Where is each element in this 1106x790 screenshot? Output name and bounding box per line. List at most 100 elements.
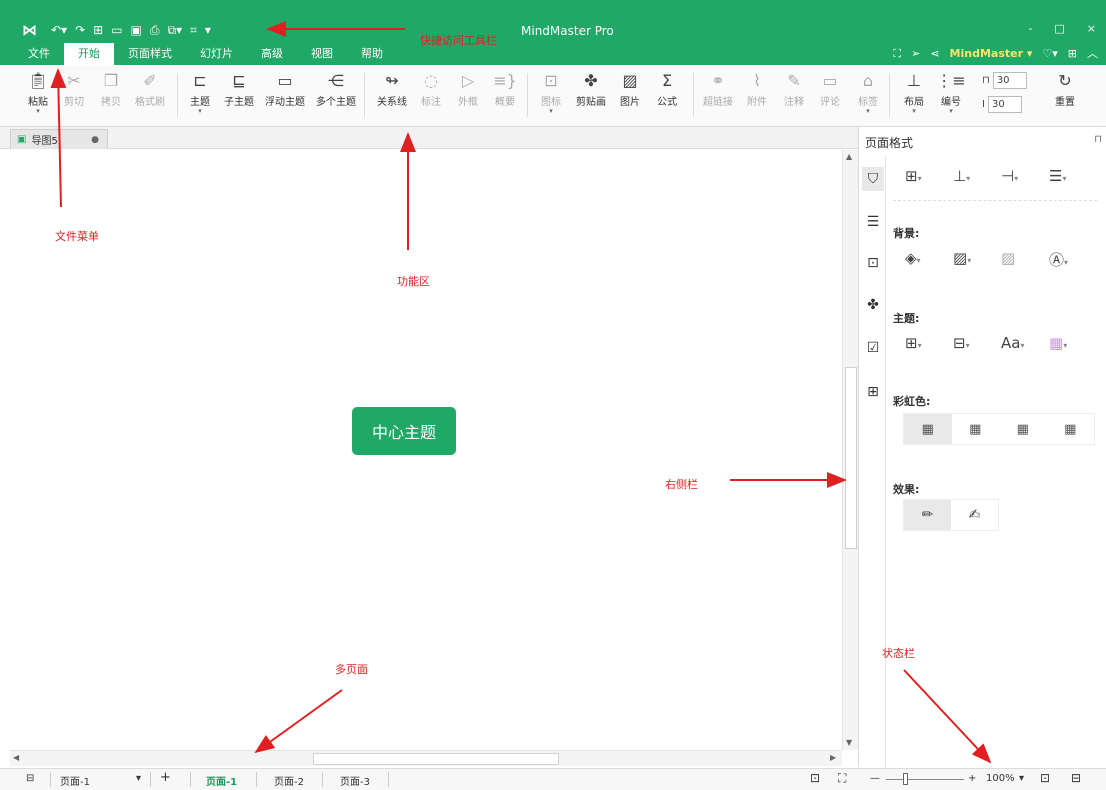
- menu-tab-advanced[interactable]: 高级: [247, 43, 297, 65]
- send-icon[interactable]: ➢: [911, 43, 920, 65]
- zoom-out-button[interactable]: —: [870, 773, 880, 784]
- effect-option-2[interactable]: ✍: [951, 500, 998, 530]
- redo-icon[interactable]: ↷: [75, 22, 85, 38]
- add-page-button[interactable]: +: [160, 770, 171, 785]
- close-button[interactable]: ×: [1087, 22, 1096, 35]
- more-icon[interactable]: ▾: [205, 22, 211, 38]
- rainbow-option-2[interactable]: ▦: [952, 414, 1000, 444]
- list-style-icon[interactable]: ☰▾: [1049, 167, 1079, 185]
- collapse-panel-icon[interactable]: ⊟: [1071, 771, 1081, 785]
- task-icon[interactable]: ☑: [862, 336, 884, 360]
- connector-icon[interactable]: ⊣▾: [1001, 167, 1031, 185]
- copy-button[interactable]: ❐ 拷贝: [89, 71, 133, 108]
- account-menu[interactable]: MindMaster ▾: [950, 43, 1033, 65]
- menu-tab-slideshow[interactable]: 幻灯片: [186, 43, 247, 65]
- font-icon[interactable]: Aa▾: [1001, 334, 1031, 352]
- dropdown-icon: ▾: [198, 107, 202, 115]
- tag-button[interactable]: ⌂ 标签 ▾: [846, 71, 890, 115]
- rainbow-option-1[interactable]: ▦: [904, 414, 952, 444]
- page-select[interactable]: 页面-1: [60, 773, 90, 788]
- zoom-in-button[interactable]: +: [968, 773, 976, 784]
- menu-tab-help[interactable]: 帮助: [347, 43, 397, 65]
- zoom-slider-handle[interactable]: [903, 773, 908, 785]
- print-icon[interactable]: ⎙: [150, 22, 160, 38]
- clipart-button[interactable]: ✤ 剪贴画: [569, 71, 613, 108]
- page-tab-3[interactable]: 页面-3: [340, 773, 370, 788]
- background-tools-row: ◈▾ ▨▾ ▨ Ⓐ▾: [905, 249, 1079, 270]
- background-image-icon[interactable]: ▨▾: [953, 249, 983, 270]
- multiple-topics-button[interactable]: ⋲ 多个主题: [314, 71, 358, 108]
- outline-icon[interactable]: ☰: [862, 210, 884, 234]
- page-tab-1[interactable]: 页面-1: [206, 773, 237, 788]
- fullscreen-view-icon[interactable]: ⛶: [838, 771, 846, 786]
- effect-option-1[interactable]: ✏: [904, 500, 951, 530]
- menu-tab-page-style[interactable]: 页面样式: [114, 43, 186, 65]
- theme-icon[interactable]: ⊞▾: [905, 334, 935, 352]
- zoom-level[interactable]: 100%: [986, 773, 1015, 784]
- icon-button[interactable]: ⊡ 图标 ▾: [529, 71, 573, 115]
- subtopic-button[interactable]: ⊑ 子主题: [217, 71, 261, 108]
- unsaved-indicator[interactable]: ●: [91, 135, 99, 145]
- formula-button[interactable]: Σ 公式: [645, 71, 689, 108]
- icon-panel-icon[interactable]: ⊡: [862, 251, 884, 275]
- menu-tab-home[interactable]: 开始: [64, 43, 114, 65]
- numbering-button[interactable]: ⋮≡ 编号 ▾: [929, 71, 973, 115]
- horizontal-scrollbar[interactable]: ◀ ▶: [10, 750, 842, 766]
- relationship-button[interactable]: ↬ 关系线: [370, 71, 414, 108]
- horizontal-scroll-thumb[interactable]: [313, 753, 559, 765]
- maximize-button[interactable]: □: [1054, 22, 1064, 35]
- width-value[interactable]: 30: [992, 72, 1027, 89]
- color-scheme-icon[interactable]: ▦▾: [1049, 334, 1079, 352]
- hyperlink-button[interactable]: ⚭ 超链接: [696, 71, 740, 108]
- collapse-ribbon-icon[interactable]: ︿: [1087, 43, 1098, 65]
- zoom-dropdown-icon[interactable]: ▾: [1019, 773, 1024, 784]
- vertical-scrollbar[interactable]: ▲ ▼: [842, 150, 858, 750]
- open-icon[interactable]: ▭: [111, 22, 122, 38]
- scroll-right-icon[interactable]: ▶: [830, 753, 836, 762]
- layout-tree-icon[interactable]: ⊥▾: [953, 167, 983, 185]
- zoom-slider[interactable]: [886, 779, 964, 780]
- structure-icon[interactable]: ⊞▾: [905, 167, 935, 185]
- share-icon[interactable]: ⌗: [190, 22, 197, 38]
- height-value[interactable]: 30: [987, 96, 1022, 113]
- scroll-left-icon[interactable]: ◀: [13, 753, 19, 762]
- pin-icon[interactable]: ⊓: [1094, 134, 1102, 145]
- skin-icon[interactable]: ♡▾: [1042, 43, 1057, 65]
- scroll-down-icon[interactable]: ▼: [846, 738, 852, 747]
- clipart-panel-icon[interactable]: ✤: [862, 293, 884, 317]
- reset-button[interactable]: ↻ 重置: [1043, 71, 1087, 108]
- page-format-icon[interactable]: ⛉: [862, 167, 884, 191]
- scroll-up-icon[interactable]: ▲: [846, 152, 852, 161]
- minimize-button[interactable]: -: [1028, 22, 1032, 35]
- topic-button[interactable]: ⊏ 主题 ▾: [178, 71, 222, 115]
- rainbow-option-3[interactable]: ▦: [999, 414, 1047, 444]
- export-panel-icon[interactable]: ⊞: [862, 380, 884, 404]
- vertical-scroll-thumb[interactable]: [845, 367, 857, 549]
- theme-style-icon[interactable]: ⊟▾: [953, 334, 983, 352]
- watermark-icon[interactable]: Ⓐ▾: [1049, 249, 1079, 270]
- page-list-icon[interactable]: ⊟: [26, 773, 34, 784]
- share-icon[interactable]: ⋖: [930, 43, 939, 65]
- floating-topic-button[interactable]: ▭ 浮动主题: [263, 71, 307, 108]
- undo-icon[interactable]: ↶▾: [51, 22, 67, 38]
- rainbow-option-4[interactable]: ▦: [1047, 414, 1095, 444]
- menu-tab-view[interactable]: 视图: [297, 43, 347, 65]
- new-icon[interactable]: ⊞: [93, 22, 103, 38]
- summary-button[interactable]: ≡} 概要: [483, 71, 527, 108]
- fit-page-icon[interactable]: ⊡: [810, 771, 820, 785]
- save-icon[interactable]: ▣: [131, 22, 142, 38]
- page-tab-2[interactable]: 页面-2: [274, 773, 304, 788]
- apps-icon[interactable]: ⊞: [1068, 43, 1077, 65]
- fit-window-icon[interactable]: ⊡: [1040, 771, 1050, 785]
- remove-background-icon[interactable]: ▨: [1001, 249, 1031, 270]
- page-select-dropdown-icon[interactable]: ▾: [136, 773, 141, 784]
- document-tab[interactable]: ▣ 导图5 ●: [10, 129, 108, 149]
- status-separator: [150, 772, 151, 787]
- format-painter-button[interactable]: ✐ 格式刷: [128, 71, 172, 108]
- fill-bucket-icon[interactable]: ◈▾: [905, 249, 935, 270]
- menu-tab-file[interactable]: 文件: [14, 43, 64, 65]
- export-icon[interactable]: ⧉▾: [168, 22, 183, 38]
- theme-tools-row: ⊞▾ ⊟▾ Aa▾ ▦▾: [905, 334, 1079, 352]
- fullscreen-icon[interactable]: ⛶: [893, 43, 901, 65]
- central-topic[interactable]: 中心主题: [352, 407, 456, 455]
